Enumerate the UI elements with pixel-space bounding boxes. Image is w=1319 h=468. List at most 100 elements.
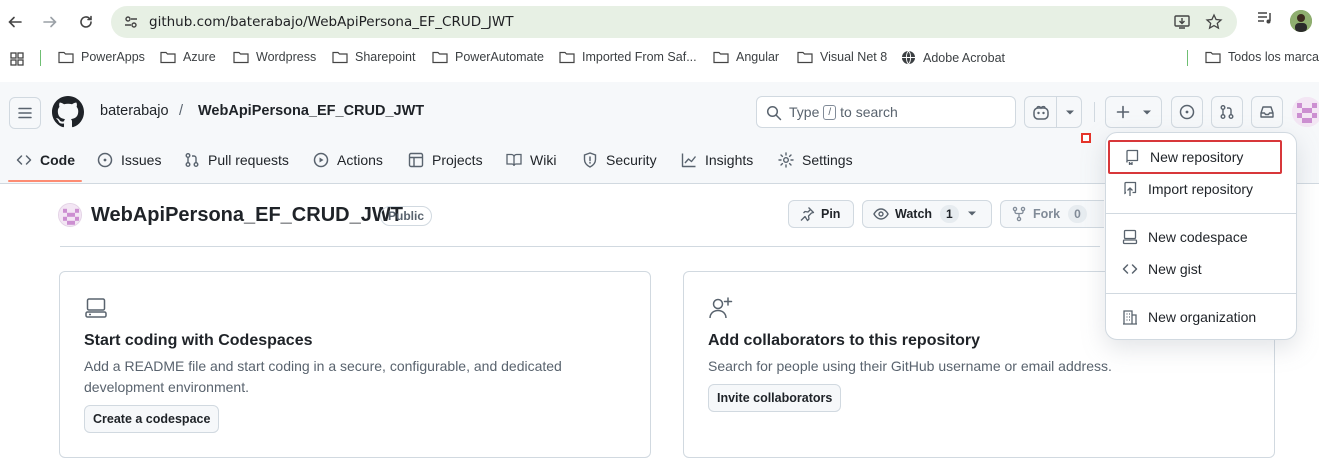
github-logo-icon[interactable]	[52, 96, 84, 128]
bookmark-folder[interactable]: Sharepoint	[332, 50, 415, 64]
tab-projects[interactable]: Projects	[408, 152, 483, 168]
bookmark-label: Angular	[736, 50, 780, 64]
inbox-button[interactable]	[1251, 96, 1283, 128]
menu-item-new-organization[interactable]: New organization	[1114, 301, 1290, 333]
invite-collaborators-button[interactable]: Invite collaborators	[708, 384, 842, 412]
apps-grid-icon[interactable]	[10, 52, 24, 66]
site-settings-icon[interactable]	[123, 14, 139, 30]
chevron-down-icon	[1066, 110, 1074, 115]
watch-button[interactable]: Watch 1	[862, 200, 992, 228]
back-button[interactable]	[2, 9, 28, 35]
code-icon	[16, 155, 32, 165]
title-divider	[60, 246, 1100, 247]
install-app-icon[interactable]	[1173, 13, 1191, 31]
tab-actions[interactable]: Actions	[313, 152, 383, 168]
tab-pull-requests[interactable]: Pull requests	[184, 152, 289, 168]
menu-item-import-repository[interactable]: Import repository	[1114, 173, 1290, 205]
bookmark-folder[interactable]: Visual Net 8	[797, 50, 887, 64]
visibility-badge: Public	[380, 206, 433, 226]
create-new-button[interactable]	[1105, 96, 1162, 128]
bookmark-folder[interactable]: Wordpress	[233, 50, 316, 64]
folder-icon	[58, 51, 74, 64]
bookmark-folder[interactable]: PowerApps	[58, 50, 145, 64]
table-icon	[408, 152, 424, 168]
folder-icon	[713, 51, 729, 64]
bookmark-label: Azure	[183, 50, 216, 64]
tab-label: Pull requests	[208, 152, 289, 168]
tab-issues[interactable]: Issues	[97, 152, 161, 168]
breadcrumb-repo[interactable]: WebApiPersona_EF_CRUD_JWT	[198, 103, 424, 119]
bookmark-label: Wordpress	[256, 50, 317, 64]
tab-label: Insights	[705, 152, 754, 168]
tab-security[interactable]: Security	[582, 152, 657, 168]
tab-insights[interactable]: Insights	[681, 152, 753, 168]
create-new-menu: New repository Import repository New cod…	[1105, 132, 1297, 340]
media-controls-icon[interactable]	[1256, 9, 1274, 27]
active-tab-indicator	[8, 180, 82, 182]
browser-toolbar: github.com/baterabajo/WebApiPersona_EF_C…	[0, 0, 1319, 44]
menu-item-new-repository[interactable]: New repository	[1108, 140, 1282, 174]
menu-item-new-codespace[interactable]: New codespace	[1114, 221, 1290, 253]
bookmark-folder[interactable]: PowerAutomate	[432, 50, 544, 64]
repo-forked-icon	[1012, 206, 1026, 222]
inbox-icon	[1260, 106, 1274, 118]
fork-count: 0	[1068, 205, 1087, 223]
codespaces-card: Start coding with Codespaces Add a READM…	[59, 271, 651, 458]
card-description: Search for people using their GitHub use…	[708, 358, 1112, 374]
fork-button[interactable]: Fork 0	[1000, 200, 1104, 228]
folder-icon	[797, 51, 813, 64]
bookmark-link[interactable]: Adobe Acrobat	[901, 50, 1005, 65]
breadcrumb-owner[interactable]: baterabajo	[100, 103, 169, 119]
issues-button[interactable]	[1171, 96, 1203, 128]
codespaces-icon	[1122, 229, 1138, 245]
folder-icon	[559, 51, 575, 64]
copilot-button[interactable]	[1024, 96, 1082, 128]
create-codespace-button[interactable]: Create a codespace	[84, 405, 220, 433]
copilot-icon	[1033, 105, 1049, 120]
reload-icon	[80, 15, 92, 28]
bookmark-folder[interactable]: Imported From Saf...	[559, 50, 697, 64]
reload-button[interactable]	[73, 9, 99, 35]
search-placeholder: Type / to search	[789, 104, 898, 120]
code-icon	[1122, 264, 1138, 274]
address-bar[interactable]: github.com/baterabajo/WebApiPersona_EF_C…	[111, 6, 1237, 38]
bookmark-folder[interactable]: Angular	[713, 50, 779, 64]
bookmark-folder[interactable]: Azure	[160, 50, 216, 64]
bookmark-label: Visual Net 8	[820, 50, 888, 64]
forward-button[interactable]	[37, 9, 63, 35]
arrow-right-icon	[43, 16, 57, 28]
tab-label: Settings	[802, 152, 853, 168]
menu-item-new-gist[interactable]: New gist	[1114, 253, 1290, 285]
identicon-icon	[1292, 97, 1319, 127]
all-bookmarks-folder[interactable]: Todos los marcad	[1205, 50, 1319, 64]
user-avatar[interactable]	[1292, 97, 1319, 127]
url-text[interactable]: github.com/baterabajo/WebApiPersona_EF_C…	[149, 14, 513, 30]
search-input[interactable]: Type / to search	[756, 96, 1016, 128]
organization-icon	[1123, 310, 1137, 325]
breadcrumb-separator: /	[179, 103, 184, 119]
repo-icon	[1126, 149, 1139, 165]
red-marker	[1081, 133, 1091, 143]
pin-label: Pin	[821, 207, 841, 221]
menu-divider	[1106, 293, 1296, 294]
chevron-down-icon	[1143, 110, 1151, 115]
tab-label: Projects	[432, 152, 483, 168]
eye-icon	[873, 208, 889, 220]
global-nav-button[interactable]	[9, 97, 41, 129]
repo-title: WebApiPersona_EF_CRUD_JWT	[91, 204, 403, 226]
person-add-icon	[709, 297, 733, 319]
pull-requests-button[interactable]	[1211, 96, 1243, 128]
watch-count: 1	[940, 205, 959, 223]
profile-avatar[interactable]	[1290, 10, 1312, 32]
tab-settings[interactable]: Settings	[778, 152, 853, 168]
tab-label: Security	[606, 152, 657, 168]
tab-label: Wiki	[530, 152, 557, 168]
tab-label: Actions	[337, 152, 383, 168]
menu-item-label: New repository	[1150, 149, 1244, 165]
pin-button[interactable]: Pin	[788, 200, 854, 228]
tab-wiki[interactable]: Wiki	[506, 152, 556, 168]
bookmarks-separator	[1187, 50, 1188, 66]
tab-code[interactable]: Code	[16, 152, 75, 168]
card-description: Add a README file and start coding in a …	[84, 358, 562, 395]
bookmark-star-icon[interactable]	[1205, 13, 1223, 31]
